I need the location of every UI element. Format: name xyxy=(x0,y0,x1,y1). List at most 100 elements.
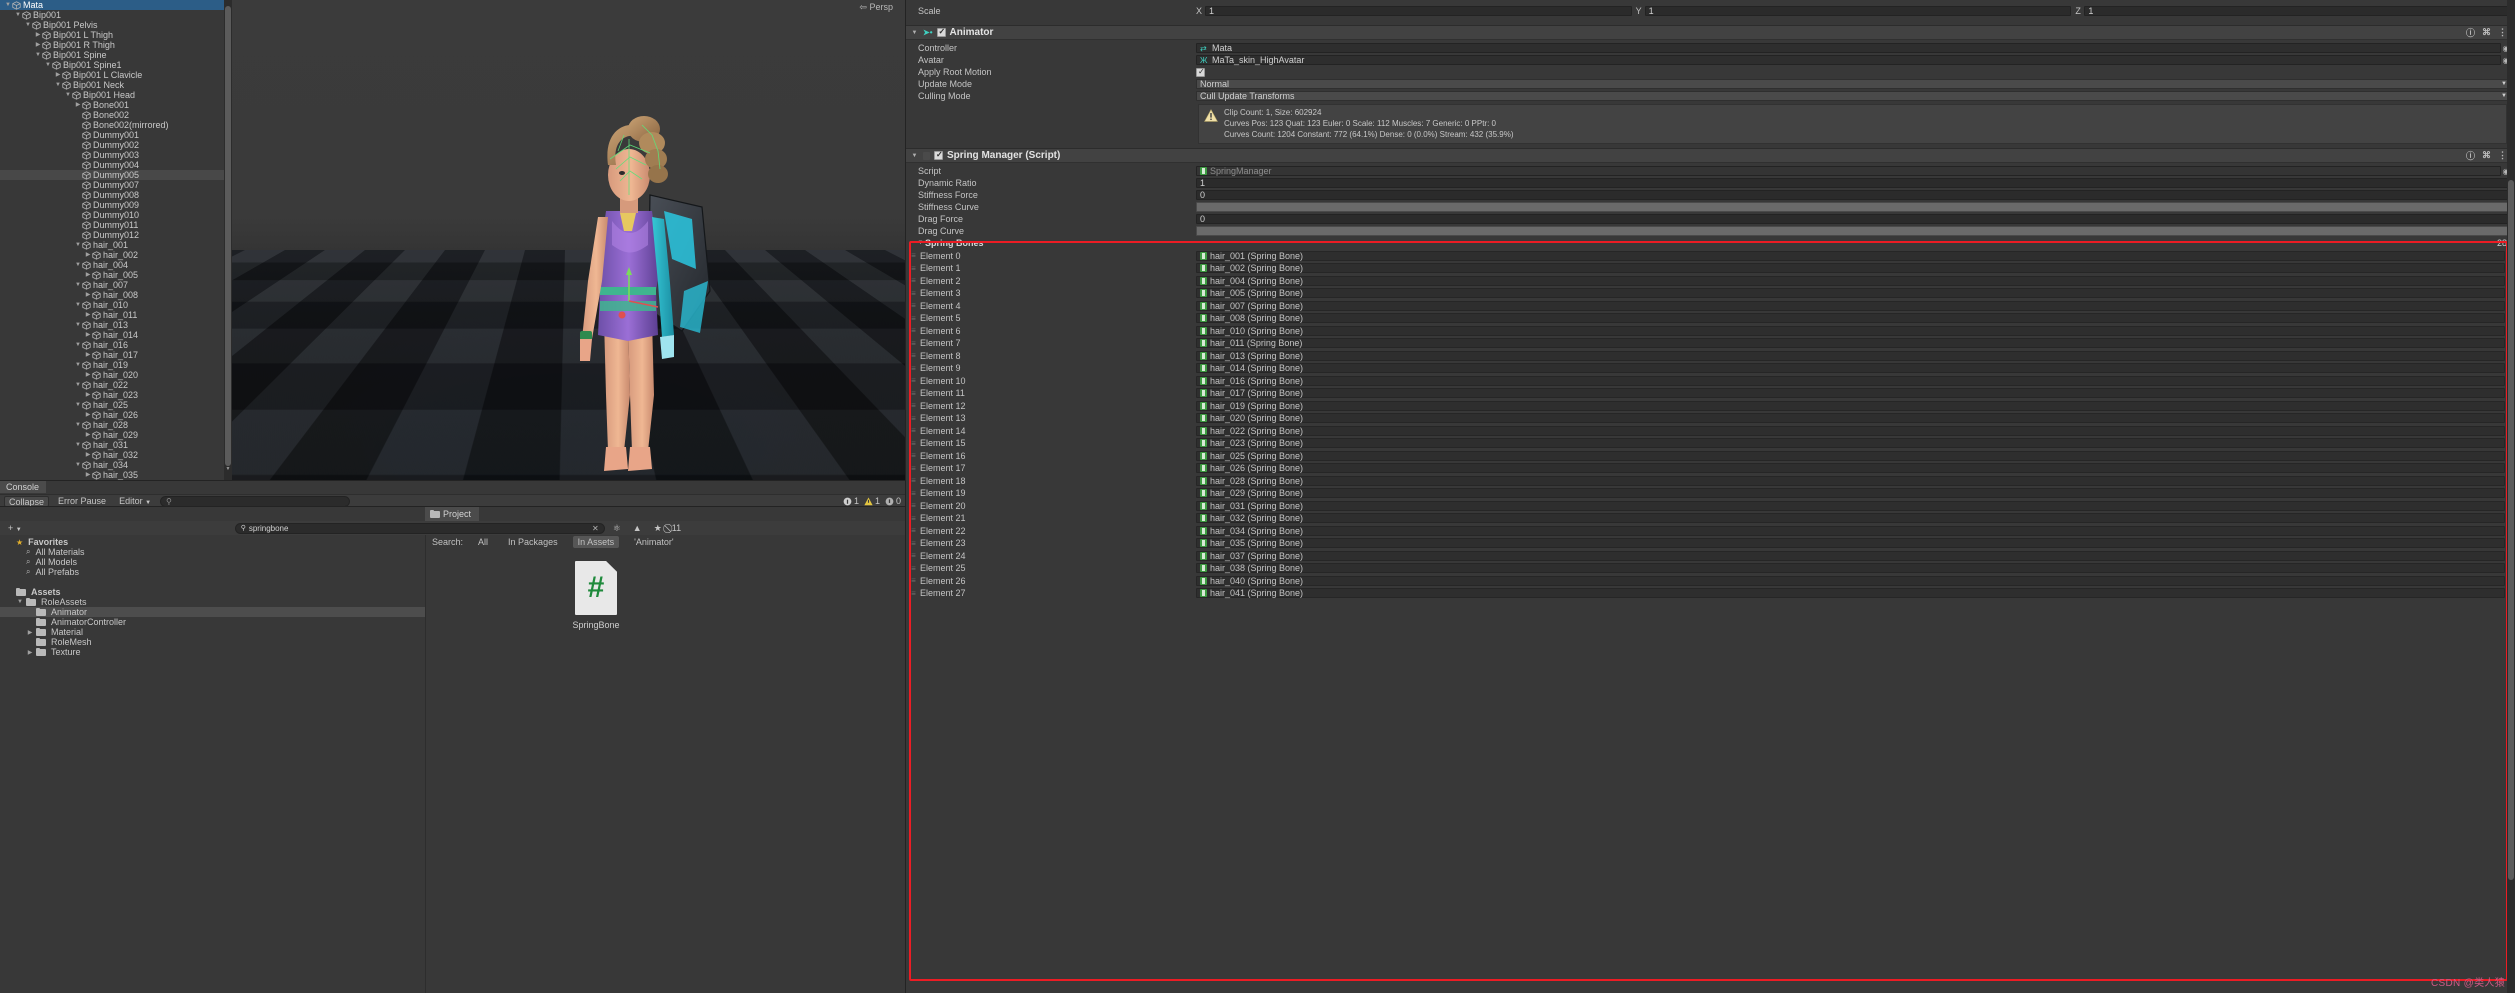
project-asset-grid[interactable]: Search: AllIn PackagesIn Assets'Animator… xyxy=(425,535,897,993)
chevron-right-icon[interactable] xyxy=(84,290,92,300)
spring-bone-element-row[interactable]: ≡Element 4hair_007 (Spring Bone)◉ xyxy=(906,299,2515,312)
hierarchy-item[interactable]: Bip001 R Thigh xyxy=(0,40,232,50)
spring-bone-object-field[interactable]: hair_002 (Spring Bone) xyxy=(1196,263,2505,273)
curve-field[interactable] xyxy=(1196,226,2511,236)
spring-bone-element-row[interactable]: ≡Element 8hair_013 (Spring Bone)◉ xyxy=(906,349,2515,362)
spring-bone-object-field[interactable]: hair_041 (Spring Bone) xyxy=(1196,588,2505,598)
hierarchy-item[interactable]: Dummy008 xyxy=(0,190,232,200)
hierarchy-scroll-thumb[interactable] xyxy=(225,6,231,466)
search-filter-bar[interactable]: Search: AllIn PackagesIn Assets'Animator… xyxy=(426,535,897,549)
inspector-field-row[interactable]: Stiffness Force0 xyxy=(906,189,2515,201)
collapse-button[interactable]: Collapse xyxy=(4,496,49,507)
spring-bone-object-field[interactable]: hair_007 (Spring Bone) xyxy=(1196,301,2505,311)
hierarchy-item[interactable]: Dummy001 xyxy=(0,130,232,140)
chevron-right-icon[interactable] xyxy=(84,250,92,260)
drag-handle-icon[interactable]: ≡ xyxy=(906,289,920,298)
text-field[interactable]: 1 xyxy=(1196,178,2511,188)
spring-bone-element-row[interactable]: ≡Element 0hair_001 (Spring Bone)◉ xyxy=(906,249,2515,262)
hierarchy-item[interactable]: hair_034 xyxy=(0,460,232,470)
filter-by-label-icon[interactable]: ▲ xyxy=(629,523,646,534)
hierarchy-item[interactable]: hair_014 xyxy=(0,330,232,340)
spring-bone-object-field[interactable]: hair_029 (Spring Bone) xyxy=(1196,488,2505,498)
spring-bone-object-field[interactable]: hair_025 (Spring Bone) xyxy=(1196,451,2505,461)
spring-bone-element-row[interactable]: ≡Element 25hair_038 (Spring Bone)◉ xyxy=(906,562,2515,575)
chevron-right-icon[interactable] xyxy=(84,470,92,480)
hierarchy-item[interactable]: hair_011 xyxy=(0,310,232,320)
chevron-right-icon[interactable] xyxy=(34,40,42,50)
preset-icon[interactable]: ⌘ xyxy=(2482,27,2491,38)
spring-bone-object-field[interactable]: hair_010 (Spring Bone) xyxy=(1196,326,2505,336)
console-search-input[interactable]: ⚲ xyxy=(160,496,350,507)
inspector-field-row[interactable]: Drag Curve xyxy=(906,225,2515,237)
hierarchy-item[interactable]: Dummy002 xyxy=(0,140,232,150)
chevron-down-icon[interactable] xyxy=(74,400,82,410)
hierarchy-item[interactable]: hair_016 xyxy=(0,340,232,350)
scale-x-value[interactable]: 1 xyxy=(1205,6,1632,16)
chevron-right-icon[interactable] xyxy=(84,430,92,440)
project-tree-item[interactable]: Animator xyxy=(0,607,425,617)
hierarchy-item[interactable]: hair_028 xyxy=(0,420,232,430)
drag-handle-icon[interactable]: ≡ xyxy=(906,389,920,398)
spring-bone-element-row[interactable]: ≡Element 7hair_011 (Spring Bone)◉ xyxy=(906,337,2515,350)
hierarchy-item[interactable]: Bip001 Spine xyxy=(0,50,232,60)
spring-bone-element-row[interactable]: ≡Element 14hair_022 (Spring Bone)◉ xyxy=(906,424,2515,437)
text-field[interactable]: 0 xyxy=(1196,190,2511,200)
spring-manager-component-header[interactable]: ▼ Spring Manager (Script) ⓘ ⌘ ⋮ xyxy=(906,148,2515,163)
chevron-right-icon[interactable] xyxy=(84,270,92,280)
chevron-down-icon[interactable] xyxy=(24,20,32,30)
inspector-field-row[interactable]: ScriptSpringManager◉ xyxy=(906,165,2515,177)
spring-bone-element-row[interactable]: ≡Element 11hair_017 (Spring Bone)◉ xyxy=(906,387,2515,400)
console-panel[interactable]: Console Collapse Error Pause Editor ▼ ⚲ … xyxy=(0,480,905,506)
spring-bone-element-row[interactable]: ≡Element 20hair_031 (Spring Bone)◉ xyxy=(906,499,2515,512)
chevron-right-icon[interactable] xyxy=(34,30,42,40)
tab-console[interactable]: Console xyxy=(0,481,46,493)
project-search-input[interactable]: ⚲ springbone ✕ xyxy=(235,523,605,534)
spring-bone-element-row[interactable]: ≡Element 17hair_026 (Spring Bone)◉ xyxy=(906,462,2515,475)
chevron-down-icon[interactable] xyxy=(16,599,24,605)
spring-manager-enabled-checkbox[interactable] xyxy=(934,151,943,160)
chevron-down-icon[interactable] xyxy=(74,420,82,430)
project-folder-tree[interactable]: ★Favorites⌕All Materials⌕All Models⌕All … xyxy=(0,535,425,993)
project-tree-item[interactable]: Assets xyxy=(0,587,425,597)
object-field[interactable]: ⇄Mata xyxy=(1196,43,2501,53)
chevron-down-icon[interactable] xyxy=(74,440,82,450)
hierarchy-item[interactable]: Bone001 xyxy=(0,100,232,110)
inspector-panel[interactable]: Scale X 1 Y 1 Z 1 xyxy=(905,0,2515,993)
inspector-field-row[interactable]: Apply Root Motion xyxy=(906,66,2515,78)
hidden-packages-counter[interactable]: ⃠ 11 xyxy=(670,523,681,534)
inspector-field-row[interactable]: Update ModeNormal▼ xyxy=(906,78,2515,90)
hierarchy-item[interactable]: hair_025 xyxy=(0,400,232,410)
spring-bone-object-field[interactable]: hair_031 (Spring Bone) xyxy=(1196,501,2505,511)
spring-bone-object-field[interactable]: hair_028 (Spring Bone) xyxy=(1196,476,2505,486)
create-menu-button[interactable]: + ▼ xyxy=(4,523,26,534)
spring-bone-element-row[interactable]: ≡Element 15hair_023 (Spring Bone)◉ xyxy=(906,437,2515,450)
search-filter-chip[interactable]: In Packages xyxy=(503,536,563,548)
chevron-right-icon[interactable] xyxy=(84,410,92,420)
drag-handle-icon[interactable]: ≡ xyxy=(906,476,920,485)
spring-bone-object-field[interactable]: hair_001 (Spring Bone) xyxy=(1196,251,2505,261)
hierarchy-tree[interactable]: MataBip001Bip001 PelvisBip001 L ThighBip… xyxy=(0,0,232,480)
kebab-menu-icon[interactable]: ⋮ xyxy=(2498,150,2507,161)
curve-field[interactable] xyxy=(1196,202,2511,212)
drag-handle-icon[interactable]: ≡ xyxy=(906,539,920,548)
checkbox[interactable] xyxy=(1196,68,1205,77)
help-icon[interactable]: ⓘ xyxy=(2466,26,2475,39)
favorite-star-icon[interactable]: ★ xyxy=(650,523,666,534)
project-tree-item[interactable]: ⌕All Prefabs xyxy=(0,567,425,577)
spring-bone-object-field[interactable]: hair_034 (Spring Bone) xyxy=(1196,526,2505,536)
camera-mode-label[interactable]: ⇦ Persp xyxy=(859,2,893,13)
drag-handle-icon[interactable]: ≡ xyxy=(906,251,920,260)
hierarchy-item[interactable]: hair_010 xyxy=(0,300,232,310)
drag-handle-icon[interactable]: ≡ xyxy=(906,501,920,510)
hierarchy-item[interactable]: Bip001 Neck xyxy=(0,80,232,90)
spring-bone-object-field[interactable]: hair_022 (Spring Bone) xyxy=(1196,426,2505,436)
drag-handle-icon[interactable]: ≡ xyxy=(906,326,920,335)
chevron-down-icon[interactable] xyxy=(74,280,82,290)
spring-bone-object-field[interactable]: hair_023 (Spring Bone) xyxy=(1196,438,2505,448)
foldout-arrow-icon[interactable]: ▼ xyxy=(916,240,925,246)
hierarchy-item[interactable]: hair_005 xyxy=(0,270,232,280)
drag-handle-icon[interactable]: ≡ xyxy=(906,426,920,435)
scene-view[interactable]: ⇦ Persp xyxy=(232,0,905,480)
spring-bone-object-field[interactable]: hair_011 (Spring Bone) xyxy=(1196,338,2505,348)
hierarchy-item[interactable]: Dummy007 xyxy=(0,180,232,190)
